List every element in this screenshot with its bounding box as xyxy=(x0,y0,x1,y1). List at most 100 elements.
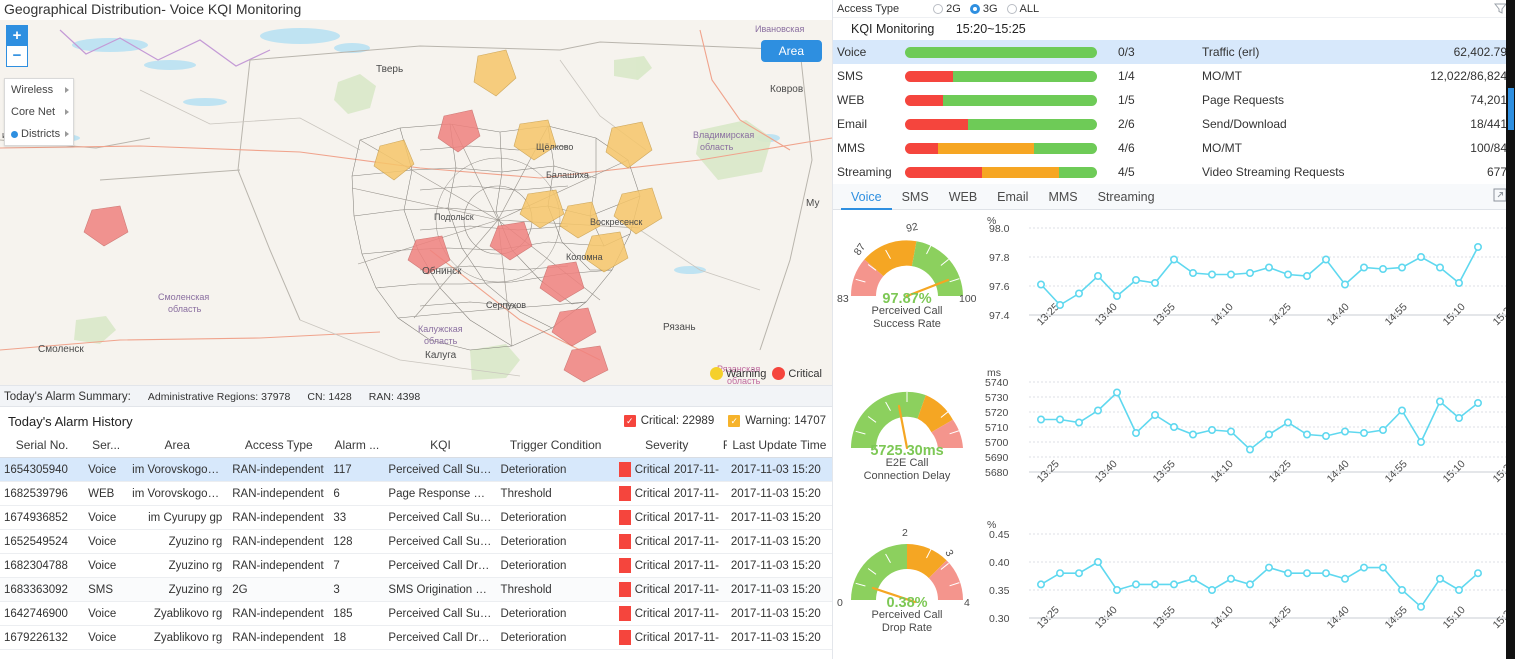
kqi-chart-panels: 83 100 87 92 97.87% Perceived Call Succe… xyxy=(833,210,1515,659)
gauge-caption: E2E Call Connection Delay xyxy=(833,457,981,483)
access-type-radio-group[interactable]: 2G 3G ALL xyxy=(933,3,1039,15)
expand-icon[interactable] xyxy=(1493,188,1507,202)
layer-item-core-net[interactable]: Core Net xyxy=(5,101,73,123)
kqi-row-mms[interactable]: MMS 4/6 MO/MT 100/84 xyxy=(833,136,1515,160)
svg-text:Смоленская: Смоленская xyxy=(158,292,209,302)
table-row[interactable]: 1682539796 WEB im Vorovskogo gp RAN-inde… xyxy=(0,481,832,506)
gauge-caption: Perceived Call Success Rate xyxy=(833,305,981,331)
col-alarm-count[interactable]: Alarm ... xyxy=(329,435,385,458)
svg-text:Му: Му xyxy=(806,198,819,209)
right-column: Access Type 2G 3G ALL KQI Monitoring 15:… xyxy=(832,0,1515,659)
col-last-update-time[interactable]: Last Update Time xyxy=(726,435,832,458)
kqi-status-bar xyxy=(905,40,1110,64)
kqi-status-bar xyxy=(905,160,1110,184)
cell-severity: Critical 2017-11-03 05:40 xyxy=(614,457,719,482)
layer-item-wireless[interactable]: Wireless xyxy=(5,79,73,101)
map-zoom-controls[interactable]: + − xyxy=(6,25,28,67)
area-button[interactable]: Area xyxy=(760,40,822,62)
y-tick: 5730 xyxy=(985,392,1009,404)
cell-serial: 1682539796 xyxy=(0,481,85,506)
radio-3g[interactable]: 3G xyxy=(969,3,998,15)
cell-area: Zyuzino rg xyxy=(128,529,227,554)
tab-web[interactable]: WEB xyxy=(939,187,987,210)
tab-email[interactable]: Email xyxy=(987,187,1038,210)
table-row[interactable]: 1683363092 SMS Zyuzino rg 2G 3 SMS Origi… xyxy=(0,577,832,602)
radio-2g[interactable]: 2G xyxy=(933,3,961,15)
table-row[interactable]: 1654305940 Voice im Vorovskogo gp RAN-in… xyxy=(0,457,832,482)
gauge-min-label: 0 xyxy=(837,597,843,609)
checkmark-icon: ✓ xyxy=(728,415,741,427)
kqi-service-name: WEB xyxy=(837,93,865,107)
col-kqi[interactable]: KQI xyxy=(384,435,497,458)
svg-text:Серпухов: Серпухов xyxy=(486,300,526,310)
filter-critical-checkbox[interactable]: ✓ Critical: 22989 xyxy=(623,415,714,427)
table-row[interactable]: 1652549524 Voice Zyuzino rg RAN-independ… xyxy=(0,529,832,554)
cell-trigger: Deterioration xyxy=(496,553,615,578)
cell-last-update: 2017-11-03 15:20 xyxy=(726,625,832,650)
cell-alarm-count: 117 xyxy=(329,457,385,482)
cell-serial: 1652549524 xyxy=(0,529,85,554)
kqi-ratio: 2/6 xyxy=(1118,117,1135,131)
y-tick: 5700 xyxy=(985,437,1009,449)
gauge-caption-line1: Perceived Call xyxy=(871,305,943,317)
alarm-history-filters[interactable]: ✓ Critical: 22989 ✓ Warning: 14707 xyxy=(623,415,826,427)
cell-alarm-count: 7 xyxy=(329,553,385,578)
kqi-status-bar xyxy=(905,136,1110,160)
svg-text:Обнинск: Обнинск xyxy=(422,265,462,277)
table-row[interactable]: 1642746900 Voice Zyablikovo rg RAN-indep… xyxy=(0,601,832,626)
svg-text:область: область xyxy=(168,304,202,314)
tab-mms[interactable]: MMS xyxy=(1038,187,1087,210)
cell-area: Zyuzino rg xyxy=(128,553,227,578)
table-row[interactable]: 1674936852 Voice im Cyurupy gp RAN-indep… xyxy=(0,505,832,530)
kqi-row-web[interactable]: WEB 1/5 Page Requests 74,201 xyxy=(833,88,1515,112)
chevron-right-icon xyxy=(65,109,69,115)
cell-severity: Critical 2017-11-03 14:50 xyxy=(614,553,719,578)
svg-text:область: область xyxy=(700,142,734,152)
layer-item-districts[interactable]: Districts xyxy=(5,123,73,145)
kqi-row-email[interactable]: Email 2/6 Send/Download 18/441 xyxy=(833,112,1515,136)
service-tabs[interactable]: Voice SMS WEB Email MMS Streaming xyxy=(833,184,1515,210)
panel-perceived-call-drop-rate: 0 4 2 3 0.38% Perceived Call Drop Rate % xyxy=(833,514,1515,659)
series-points xyxy=(1036,388,1482,454)
col-trigger-condition[interactable]: Trigger Condition xyxy=(496,435,615,458)
col-access-type[interactable]: Access Type xyxy=(226,435,330,458)
radio-label: ALL xyxy=(1019,2,1040,15)
gauge-threshold2-label: 92 xyxy=(905,221,919,235)
cell-service: Voice xyxy=(84,601,129,626)
line-chart: % 0.45 0.40 0.35 0.30 13:25 13:40 13:55 … xyxy=(987,519,1515,631)
cell-serial: 1654305940 xyxy=(0,457,85,482)
radio-all[interactable]: ALL xyxy=(1006,2,1040,15)
cell-service: Voice xyxy=(84,553,129,578)
tab-streaming[interactable]: Streaming xyxy=(1088,187,1165,210)
zoom-in-button[interactable]: + xyxy=(6,25,28,46)
cell-trigger: Threshold xyxy=(496,577,615,602)
y-tick: 97.6 xyxy=(989,281,1010,293)
tab-voice[interactable]: Voice xyxy=(841,187,892,210)
col-serial-no[interactable]: Serial No. xyxy=(0,435,85,458)
scrollbar-thumb[interactable] xyxy=(1508,88,1514,130)
y-tick: 5740 xyxy=(985,377,1009,389)
first-occurrence-time: 2017-11-03 00:00 xyxy=(673,607,719,620)
geographical-map[interactable]: Тверь Ивановская Ковров Владимирская обл… xyxy=(0,20,832,385)
tab-sms[interactable]: SMS xyxy=(892,187,939,210)
cell-spacer xyxy=(718,505,727,530)
col-severity[interactable]: Severity xyxy=(614,435,719,458)
filter-warning-checkbox[interactable]: ✓ Warning: 14707 xyxy=(728,415,826,427)
table-row[interactable]: 1679226132 Voice Zyablikovo rg RAN-indep… xyxy=(0,625,832,650)
col-area[interactable]: Area xyxy=(128,435,227,458)
kqi-row-sms[interactable]: SMS 1/4 MO/MT 12,022/86,824 xyxy=(833,64,1515,88)
severity-label: Critical xyxy=(634,535,670,548)
col-service[interactable]: Ser... xyxy=(84,435,129,458)
layer-label: Districts xyxy=(21,128,61,140)
chart-perceived-call-drop-rate: % 0.45 0.40 0.35 0.30 13:25 13:40 13:55 … xyxy=(981,514,1515,659)
zoom-out-button[interactable]: − xyxy=(6,46,28,67)
table-row[interactable]: 1682304788 Voice Zyuzino rg RAN-independ… xyxy=(0,553,832,578)
kqi-row-voice[interactable]: Voice 0/3 Traffic (erl) 62,402.79 xyxy=(833,40,1515,64)
kqi-row-streaming[interactable]: Streaming 4/5 Video Streaming Requests 6… xyxy=(833,160,1515,184)
col-first-occurrence-time[interactable]: First Occurrence Time xyxy=(718,435,727,458)
map-layer-panel[interactable]: Wireless Core Net Districts xyxy=(4,78,74,146)
page-scrollbar[interactable] xyxy=(1506,0,1515,659)
cell-access: 2G xyxy=(226,577,330,602)
severity-label: Critical xyxy=(634,631,670,644)
cell-area: im Vorovskogo gp xyxy=(128,457,227,482)
